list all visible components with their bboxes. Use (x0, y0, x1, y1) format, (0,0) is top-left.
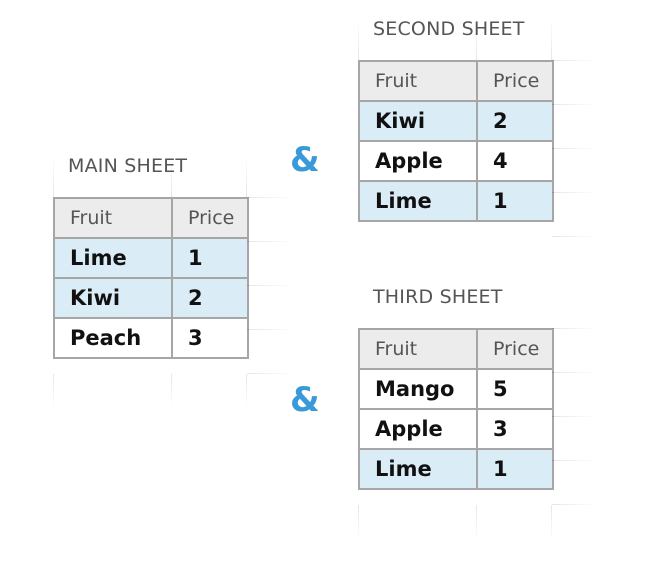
header-row: Fruit Price (358, 328, 554, 370)
fruit-cell[interactable]: Kiwi (53, 277, 173, 319)
grid-guide (247, 285, 292, 286)
table-row: Kiwi 2 (53, 277, 249, 319)
grid-guide (552, 236, 597, 237)
third-sheet: THIRD SHEET Fruit Price Mango 5 Apple 3 … (358, 286, 598, 546)
grid-guide (476, 505, 477, 541)
sheet-title: SECOND SHEET (373, 18, 525, 40)
main-sheet: MAIN SHEET Fruit Price Lime 1 Kiwi 2 Pea… (53, 155, 293, 415)
price-cell[interactable]: 3 (171, 317, 249, 359)
fruit-cell[interactable]: Kiwi (358, 100, 478, 142)
column-header-fruit[interactable]: Fruit (358, 60, 478, 102)
grid-guide (53, 155, 54, 197)
grid-guide (552, 60, 597, 61)
header-row: Fruit Price (358, 60, 554, 102)
grid-guide (551, 18, 552, 60)
price-cell[interactable]: 4 (476, 140, 554, 182)
fruit-cell[interactable]: Peach (53, 317, 173, 359)
grid-guide (358, 505, 359, 541)
sheet-title: MAIN SHEET (68, 155, 188, 177)
ampersand-connector-top: & (290, 140, 320, 180)
grid-guide (552, 504, 597, 505)
grid-guide (552, 104, 597, 105)
fruit-cell[interactable]: Apple (358, 408, 478, 450)
price-cell[interactable]: 3 (476, 408, 554, 450)
fruit-cell[interactable]: Lime (358, 180, 478, 222)
column-header-price[interactable]: Price (171, 197, 249, 239)
grid-guide (552, 372, 597, 373)
column-header-fruit[interactable]: Fruit (358, 328, 478, 370)
column-header-price[interactable]: Price (476, 328, 554, 370)
grid-guide (246, 155, 247, 197)
table-row: Kiwi 2 (358, 100, 554, 142)
price-cell[interactable]: 1 (476, 448, 554, 490)
price-cell[interactable]: 1 (476, 180, 554, 222)
grid-guide (246, 374, 247, 410)
fruit-cell[interactable]: Apple (358, 140, 478, 182)
fruit-cell[interactable]: Lime (53, 237, 173, 279)
table-row: Lime 1 (358, 448, 554, 490)
grid-guide (247, 329, 292, 330)
grid-guide (552, 148, 597, 149)
grid-guide (552, 416, 597, 417)
price-cell[interactable]: 1 (171, 237, 249, 279)
table-row: Lime 1 (358, 180, 554, 222)
grid-guide (247, 241, 292, 242)
grid-guide (551, 505, 552, 541)
table-row: Apple 4 (358, 140, 554, 182)
third-sheet-table: Fruit Price Mango 5 Apple 3 Lime 1 (358, 328, 554, 490)
grid-guide (552, 192, 597, 193)
sheet-title: THIRD SHEET (373, 286, 503, 308)
grid-guide (358, 18, 359, 60)
column-header-price[interactable]: Price (476, 60, 554, 102)
grid-guide (53, 374, 54, 410)
second-sheet-table: Fruit Price Kiwi 2 Apple 4 Lime 1 (358, 60, 554, 222)
price-cell[interactable]: 5 (476, 368, 554, 410)
grid-guide (247, 197, 292, 198)
price-cell[interactable]: 2 (171, 277, 249, 319)
grid-guide (552, 328, 597, 329)
table-row: Mango 5 (358, 368, 554, 410)
fruit-cell[interactable]: Lime (358, 448, 478, 490)
grid-guide (552, 460, 597, 461)
second-sheet: SECOND SHEET Fruit Price Kiwi 2 Apple 4 … (358, 18, 598, 248)
column-header-fruit[interactable]: Fruit (53, 197, 173, 239)
table-row: Peach 3 (53, 317, 249, 359)
price-cell[interactable]: 2 (476, 100, 554, 142)
grid-guide (247, 373, 292, 374)
header-row: Fruit Price (53, 197, 249, 239)
table-row: Lime 1 (53, 237, 249, 279)
ampersand-connector-bottom: & (290, 380, 320, 420)
table-row: Apple 3 (358, 408, 554, 450)
grid-guide (171, 374, 172, 410)
main-sheet-table: Fruit Price Lime 1 Kiwi 2 Peach 3 (53, 197, 249, 359)
fruit-cell[interactable]: Mango (358, 368, 478, 410)
